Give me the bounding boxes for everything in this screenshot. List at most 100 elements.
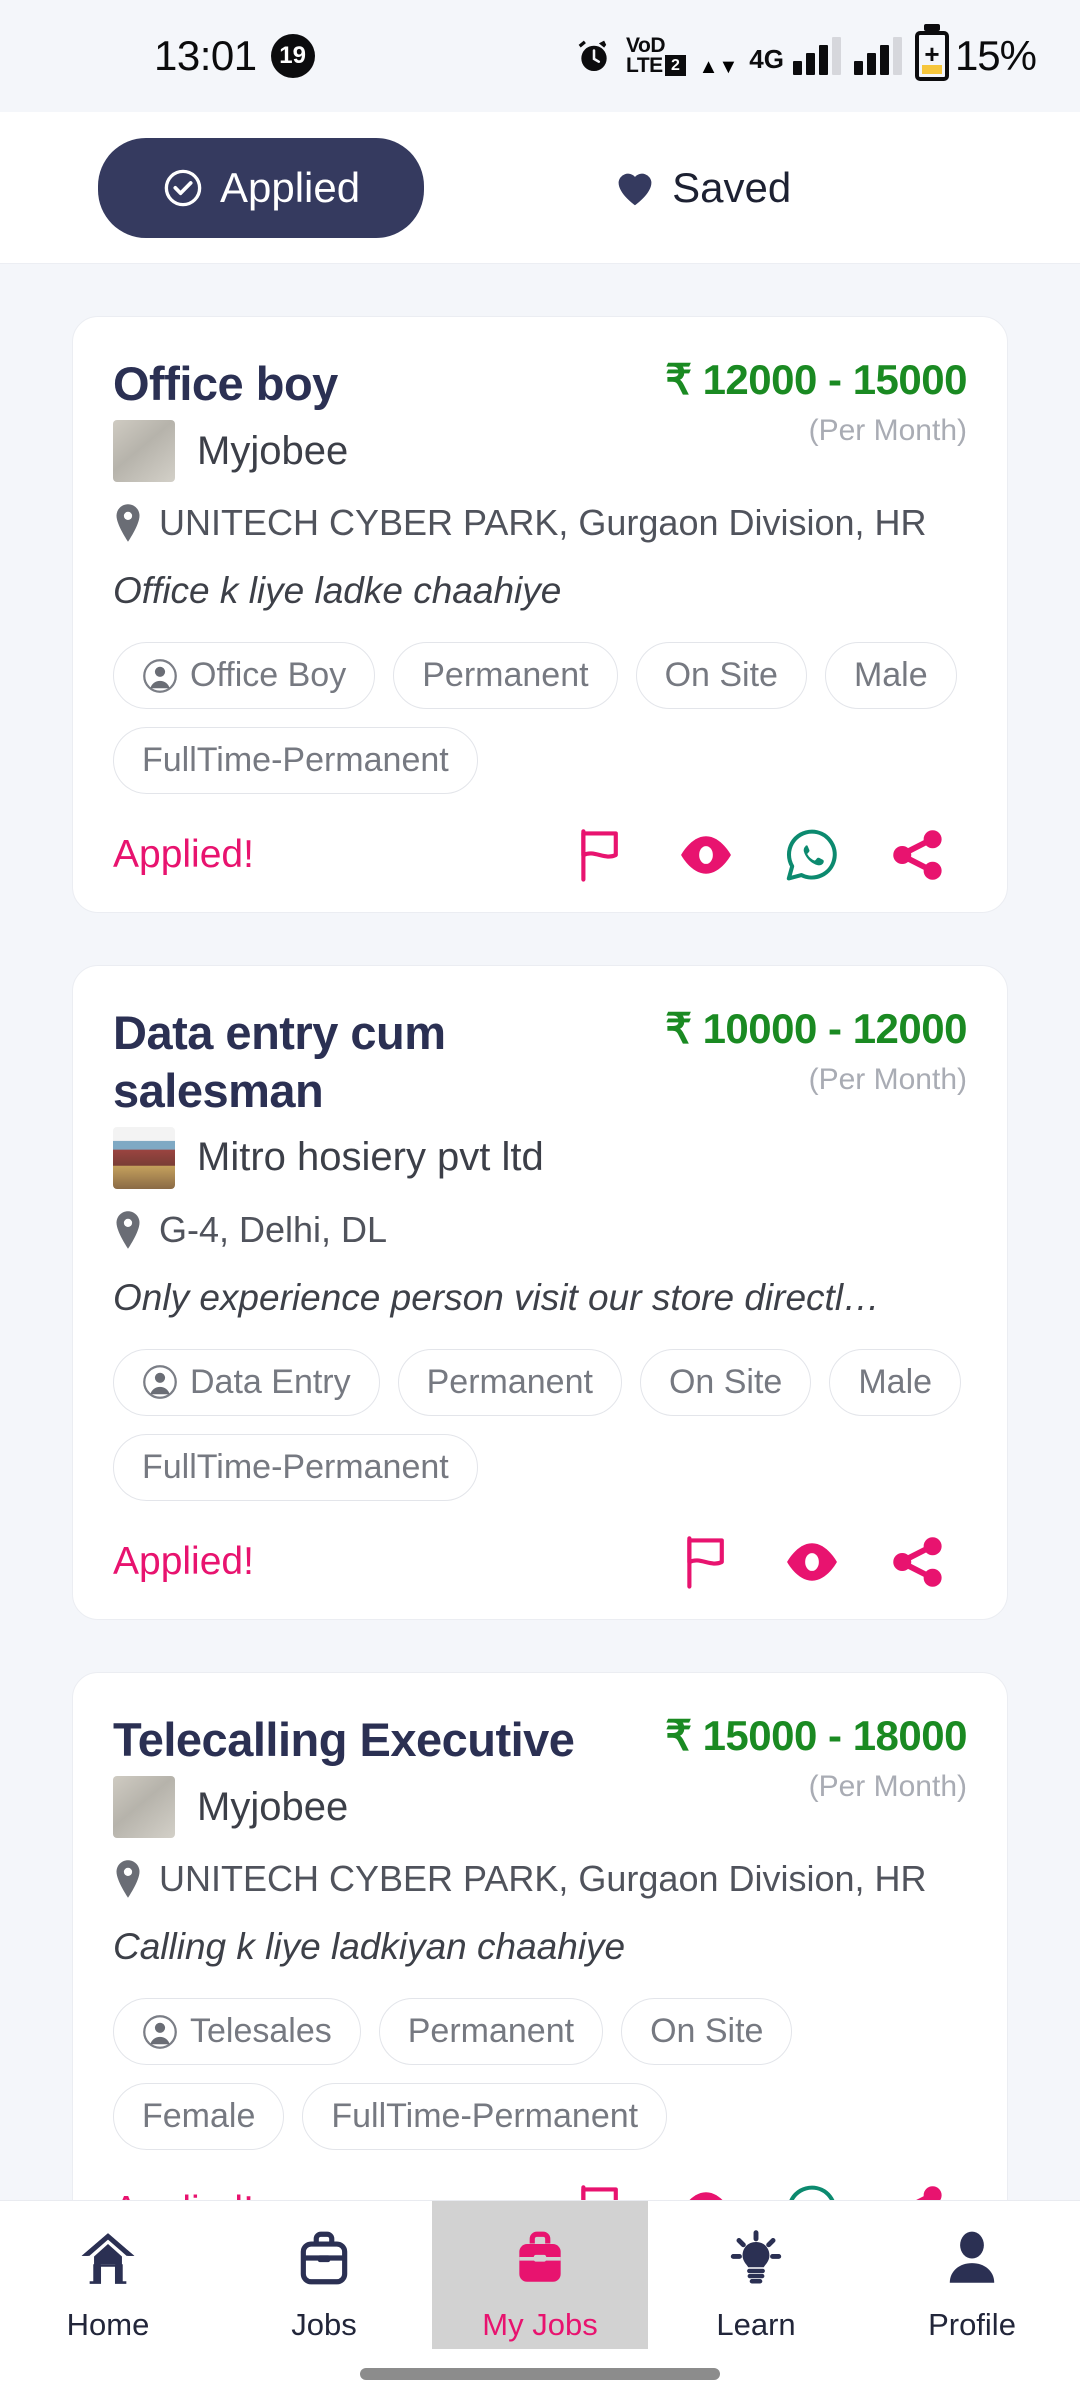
tag-label: FullTime-Permanent bbox=[142, 1447, 449, 1486]
job-title: Data entry cum salesman bbox=[113, 1006, 446, 1117]
action-icon-group bbox=[573, 828, 967, 882]
company-name: Myjobee bbox=[197, 1784, 349, 1829]
tag-label: Data Entry bbox=[190, 1362, 351, 1401]
tag-label: Female bbox=[142, 2097, 256, 2136]
volte-line-2: LTE bbox=[626, 54, 663, 77]
tag-work-mode[interactable]: On Site bbox=[621, 1998, 793, 2066]
tag-schedule[interactable]: FullTime-Permanent bbox=[113, 727, 478, 795]
nav-label: Profile bbox=[928, 2307, 1016, 2342]
salary-period: (Per Month) bbox=[808, 1063, 967, 1097]
flag-icon[interactable] bbox=[679, 1535, 733, 1589]
check-circle-icon bbox=[164, 169, 202, 206]
tag-role[interactable]: Telesales bbox=[113, 1998, 361, 2066]
nav-label: Jobs bbox=[291, 2307, 357, 2342]
signal-bars-2 bbox=[853, 37, 902, 75]
company-name: Mitro hosiery pvt ltd bbox=[197, 1135, 544, 1180]
signal-bars-1 bbox=[792, 37, 841, 75]
alarm-clock-icon bbox=[578, 40, 607, 72]
salary-range: ₹ 15000 - 18000 bbox=[665, 1711, 967, 1759]
company-row: Myjobee bbox=[113, 1776, 647, 1839]
nav-item-profile[interactable]: Profile bbox=[864, 2201, 1080, 2349]
tag-label: On Site bbox=[650, 2012, 764, 2051]
eye-icon[interactable] bbox=[679, 828, 733, 882]
location-pin-icon bbox=[116, 504, 140, 543]
tag-label: Office Boy bbox=[190, 656, 347, 695]
tag-schedule[interactable]: FullTime-Permanent bbox=[302, 2083, 668, 2151]
status-bar-left: 13:01 19 bbox=[154, 32, 315, 80]
tag-label: Permanent bbox=[407, 2012, 575, 2051]
signal-group-1: ▲▼ 4G bbox=[699, 37, 841, 77]
tag-label: Permanent bbox=[422, 656, 589, 695]
briefcase-filled-icon bbox=[519, 2231, 561, 2282]
flag-icon[interactable] bbox=[573, 828, 627, 882]
battery-icon: + bbox=[914, 31, 949, 81]
tag-schedule[interactable]: FullTime-Permanent bbox=[113, 1433, 478, 1501]
battery-indicator: + 15% bbox=[914, 31, 1037, 81]
tab-bar: Applied Saved bbox=[0, 112, 1080, 264]
tag-label: Permanent bbox=[426, 1362, 593, 1401]
tag-gender[interactable]: Male bbox=[824, 642, 957, 710]
nav-item-home[interactable]: Home bbox=[0, 2201, 216, 2349]
job-actions-row: Applied! bbox=[113, 828, 967, 882]
tab-applied[interactable]: Applied bbox=[98, 137, 425, 238]
tab-applied-label: Applied bbox=[220, 163, 361, 211]
tag-employment-type[interactable]: Permanent bbox=[378, 1998, 604, 2066]
eye-icon[interactable] bbox=[785, 1535, 839, 1589]
tab-saved[interactable]: Saved bbox=[574, 138, 831, 238]
tag-employment-type[interactable]: Permanent bbox=[397, 1348, 622, 1416]
job-location: G-4, Delhi, DL bbox=[159, 1208, 388, 1250]
person-badge-icon bbox=[143, 1365, 177, 1400]
notification-count-badge: 19 bbox=[270, 34, 315, 78]
nav-label: Learn bbox=[716, 2307, 796, 2342]
company-avatar bbox=[113, 420, 175, 483]
job-title: Office boy bbox=[113, 357, 338, 410]
network-type-label: 4G bbox=[749, 44, 784, 74]
job-tags: Office Boy Permanent On Site Male FullTi… bbox=[113, 642, 967, 795]
whatsapp-icon[interactable] bbox=[785, 828, 839, 882]
tag-label: FullTime-Permanent bbox=[142, 741, 449, 780]
job-list-scroll-area[interactable]: Office boy Myjobee ₹ 12000 - 15000 (Per … bbox=[0, 264, 1080, 2400]
share-icon[interactable] bbox=[891, 1535, 945, 1589]
nav-item-my-jobs[interactable]: My Jobs bbox=[432, 2201, 648, 2349]
salary-range: ₹ 12000 - 15000 bbox=[665, 356, 967, 403]
tag-gender[interactable]: Male bbox=[829, 1348, 962, 1416]
person-icon bbox=[949, 2231, 995, 2283]
home-icon bbox=[81, 2233, 135, 2284]
job-card-header: Office boy Myjobee ₹ 12000 - 15000 (Per … bbox=[113, 355, 967, 483]
job-tags: Data Entry Permanent On Site Male FullTi… bbox=[113, 1348, 967, 1501]
company-avatar bbox=[113, 1776, 175, 1839]
tag-role[interactable]: Data Entry bbox=[113, 1348, 380, 1416]
tag-gender[interactable]: Female bbox=[113, 2083, 285, 2151]
tag-employment-type[interactable]: Permanent bbox=[393, 642, 618, 710]
volte-sim-number: 2 bbox=[664, 55, 686, 77]
tag-role[interactable]: Office Boy bbox=[113, 642, 376, 710]
location-pin-icon bbox=[116, 1860, 140, 1899]
nav-item-jobs[interactable]: Jobs bbox=[216, 2201, 432, 2349]
bottom-navigation-bar: Home Jobs My Jobs Learn Profile bbox=[0, 2200, 1080, 2400]
job-card-header: Telecalling Executive Myjobee ₹ 15000 - … bbox=[113, 1711, 967, 1839]
status-bar: 13:01 19 VoD LTE 2 ▲▼ 4G + 15% bbox=[0, 0, 1080, 112]
tag-label: Telesales bbox=[190, 2012, 332, 2051]
job-card[interactable]: Office boy Myjobee ₹ 12000 - 15000 (Per … bbox=[72, 316, 1008, 914]
company-row: Mitro hosiery pvt ltd bbox=[113, 1126, 647, 1189]
share-icon[interactable] bbox=[891, 828, 945, 882]
tag-label: FullTime-Permanent bbox=[331, 2097, 639, 2136]
nav-label: Home bbox=[66, 2307, 150, 2342]
applied-status-label: Applied! bbox=[113, 833, 254, 877]
tag-work-mode[interactable]: On Site bbox=[639, 1348, 812, 1416]
status-bar-clock: 13:01 bbox=[154, 32, 257, 79]
job-card-header: Data entry cum salesman Mitro hosiery pv… bbox=[113, 1004, 967, 1189]
job-location: UNITECH CYBER PARK, Gurgaon Division, HR bbox=[159, 502, 927, 544]
salary-period: (Per Month) bbox=[808, 414, 967, 447]
nav-item-learn[interactable]: Learn bbox=[648, 2201, 864, 2349]
nav-label: My Jobs bbox=[482, 2307, 598, 2342]
person-badge-icon bbox=[143, 2014, 177, 2049]
company-name: Myjobee bbox=[197, 428, 349, 473]
tag-work-mode[interactable]: On Site bbox=[635, 642, 807, 710]
job-card[interactable]: Data entry cum salesman Mitro hosiery pv… bbox=[72, 965, 1008, 1620]
tag-label: Male bbox=[853, 656, 928, 695]
status-bar-right: VoD LTE 2 ▲▼ 4G + 15% bbox=[575, 31, 1037, 81]
job-card[interactable]: Telecalling Executive Myjobee ₹ 15000 - … bbox=[72, 1671, 1008, 2270]
battery-percent-label: 15% bbox=[954, 32, 1037, 79]
location-row: UNITECH CYBER PARK, Gurgaon Division, HR bbox=[113, 502, 967, 544]
